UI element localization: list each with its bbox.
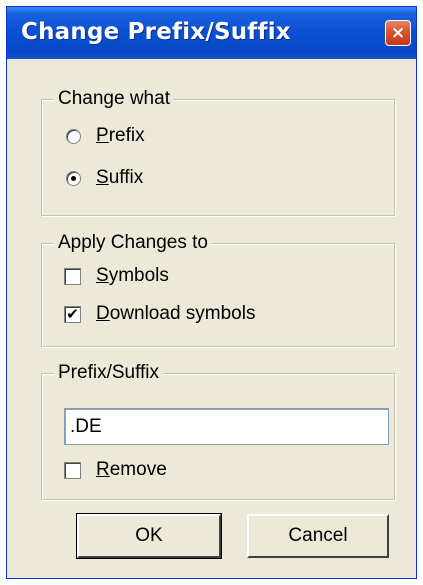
radio-suffix-label: Suffix (96, 167, 144, 188)
close-icon: × (390, 23, 406, 43)
radio-selected-dot (71, 176, 76, 181)
prefix-suffix-legend: Prefix/Suffix (54, 362, 164, 384)
radio-prefix-label: Prefix (96, 125, 145, 146)
prefix-suffix-input[interactable]: .DE (64, 408, 389, 445)
window-title: Change Prefix/Suffix (21, 19, 291, 45)
checkbox-remove-label: Remove (96, 459, 167, 480)
checkbox-symbols-box[interactable] (64, 268, 81, 285)
checkbox-download-symbols-label: Download symbols (96, 303, 256, 324)
ok-button[interactable]: OK (76, 513, 222, 559)
apply-changes-group: Apply Changes to (41, 232, 395, 347)
dialog-window: Change Prefix/Suffix × Change what Prefi… (6, 6, 417, 579)
radio-prefix-indicator[interactable] (66, 129, 81, 144)
checkbox-remove-box[interactable] (64, 462, 81, 479)
checkmark-icon: ✔ (66, 305, 79, 323)
title-bar[interactable]: Change Prefix/Suffix × (7, 7, 416, 59)
close-button[interactable]: × (385, 20, 411, 46)
radio-suffix-indicator[interactable] (66, 171, 81, 186)
checkbox-download-symbols-box[interactable]: ✔ (64, 306, 81, 323)
checkbox-symbols-label: Symbols (96, 265, 169, 286)
apply-changes-legend: Apply Changes to (54, 232, 212, 254)
cancel-button[interactable]: Cancel (247, 514, 389, 558)
change-what-legend: Change what (54, 88, 174, 110)
change-what-group: Change what (41, 88, 395, 216)
